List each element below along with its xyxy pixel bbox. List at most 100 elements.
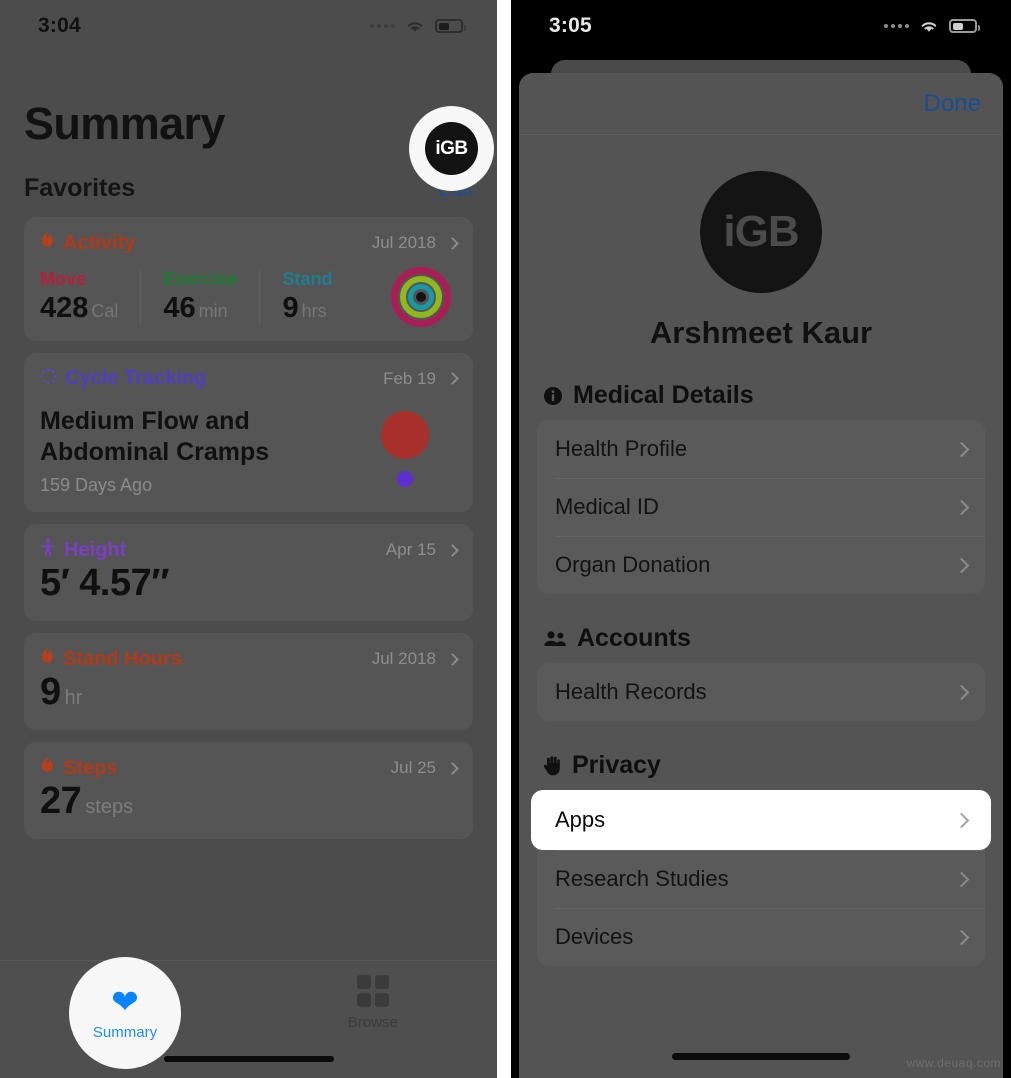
list-item-health-profile[interactable]: Health Profile (537, 420, 985, 478)
card-header: Steps Jul 25 (40, 756, 459, 780)
section-title: Accounts (577, 624, 691, 652)
chevron-right-icon (953, 499, 970, 515)
right-screen-profile-sheet: 3:05 Done iGB Arshmeet Kaur Medical Deta… (511, 0, 1011, 1078)
row-label: Health Profile (555, 436, 688, 461)
hand-raised-icon (543, 755, 562, 776)
home-indicator (672, 1053, 850, 1060)
card-date-text: Jul 2018 (371, 649, 436, 668)
list-item-organ-donation[interactable]: Organ Donation (537, 536, 985, 594)
stat-label: Move (40, 269, 87, 289)
row-label: Organ Donation (555, 552, 711, 577)
tab-browse[interactable]: Browse (249, 961, 498, 1045)
list-accounts: Health Records (537, 663, 985, 721)
flow-indicator-dot (381, 411, 429, 459)
screenshot-pair: 3:04 Summary Favorites Edit (0, 0, 1011, 1078)
stat-label: Exercise (163, 269, 238, 289)
card-header: Activity Jul 2018 (40, 231, 459, 255)
tab-summary-label: Summary (92, 1024, 158, 1041)
cycle-dots-icon (40, 367, 57, 390)
wifi-icon (918, 18, 940, 34)
info-circle-icon (543, 386, 563, 406)
chevron-right-icon (953, 929, 970, 945)
list-privacy: Apps Research Studies Devices (531, 790, 991, 966)
card-cycle-tracking[interactable]: Cycle Tracking Feb 19 Medium Flow and Ab… (24, 353, 473, 512)
row-label: Medical ID (555, 494, 659, 519)
steps-value-row: 27 steps (40, 780, 457, 823)
stand-hours-value: 9 (40, 671, 61, 713)
card-date: Apr 15 (385, 540, 459, 560)
chevron-right-icon (446, 543, 459, 557)
height-value-row: 5′ 4.57″ (40, 562, 457, 605)
card-header-left: Cycle Tracking (40, 367, 206, 390)
card-date: Feb 19 (383, 368, 459, 389)
activity-stat-exercise: Exercise 46 min (163, 269, 261, 325)
chevron-right-icon (953, 684, 970, 700)
status-bar-indicators (884, 18, 980, 34)
chevron-right-icon (446, 236, 459, 250)
status-bar: 3:04 (0, 0, 497, 52)
section-header-medical-details: Medical Details (519, 351, 1003, 420)
status-bar-time: 3:05 (549, 14, 592, 37)
done-button[interactable]: Done (924, 90, 981, 118)
list-medical-details: Health Profile Medical ID Organ Donation (537, 420, 985, 594)
people-icon (543, 630, 567, 648)
list-item-devices[interactable]: Devices (537, 908, 985, 966)
profile-avatar-spotlight[interactable]: iGB (409, 106, 494, 191)
chevron-right-icon (953, 557, 970, 573)
steps-unit: steps (85, 796, 134, 818)
card-title: Cycle Tracking (65, 367, 207, 389)
card-header: Height Apr 15 (40, 538, 459, 562)
status-bar-indicators (370, 18, 466, 34)
list-item-health-records[interactable]: Health Records (537, 663, 985, 721)
card-header-left: Steps (40, 756, 117, 780)
tab-summary-spotlight[interactable]: ❤ Summary (69, 957, 181, 1069)
section-title: Medical Details (573, 381, 754, 409)
battery-icon (949, 19, 980, 33)
signal-dots-icon (370, 24, 395, 28)
section-header-accounts: Accounts (519, 594, 1003, 663)
chevron-right-icon (953, 812, 970, 828)
avatar[interactable]: iGB (700, 171, 822, 293)
card-title: Stand Hours (63, 647, 182, 670)
list-item-research-studies[interactable]: Research Studies (537, 850, 985, 908)
card-date: Jul 25 (391, 758, 459, 778)
panel-divider (497, 0, 511, 1078)
card-date-text: Feb 19 (383, 368, 436, 388)
card-activity[interactable]: Activity Jul 2018 Move 428 Cal Exercise 4… (24, 217, 473, 341)
card-header-left: Activity (40, 231, 135, 255)
row-label: Apps (555, 807, 606, 832)
grid-icon (356, 975, 389, 1007)
card-title: Height (64, 538, 127, 561)
favorites-title: Favorites (24, 174, 136, 202)
flame-icon (40, 231, 55, 255)
profile-name: Arshmeet Kaur (649, 315, 873, 350)
card-date-text: Apr 15 (385, 540, 436, 559)
card-stand-hours[interactable]: Stand Hours Jul 2018 9 hr (24, 633, 473, 730)
flame-icon (40, 756, 55, 780)
battery-icon (435, 19, 466, 33)
row-label: Health Records (555, 679, 707, 704)
list-item-medical-id[interactable]: Medical ID (537, 478, 985, 536)
card-header: Stand Hours Jul 2018 (40, 647, 459, 671)
stat-value-row: 428 Cal (40, 292, 118, 325)
cycle-subtext: 159 Days Ago (40, 475, 153, 495)
card-title: Activity (63, 231, 136, 254)
card-height[interactable]: Height Apr 15 5′ 4.57″ (24, 524, 473, 621)
stat-label: Stand (282, 269, 333, 289)
card-date-text: Jul 2018 (371, 233, 436, 252)
stat-value: 9 (282, 292, 299, 324)
stand-hours-unit: hr (64, 687, 83, 709)
activity-stat-move: Move 428 Cal (40, 269, 142, 325)
stat-value-row: 46 min (163, 292, 237, 325)
wifi-icon (404, 18, 426, 34)
symptom-indicator-dot (397, 471, 413, 487)
card-header-left: Stand Hours (40, 647, 182, 671)
status-bar: 3:05 (511, 0, 1011, 52)
chevron-right-icon (446, 372, 459, 385)
stat-value: 46 (163, 292, 196, 324)
steps-value: 27 (40, 780, 82, 822)
list-item-apps[interactable]: Apps (531, 790, 991, 850)
card-steps[interactable]: Steps Jul 25 27 steps (24, 742, 473, 839)
card-date: Jul 2018 (371, 649, 459, 669)
chevron-right-icon (446, 761, 459, 775)
